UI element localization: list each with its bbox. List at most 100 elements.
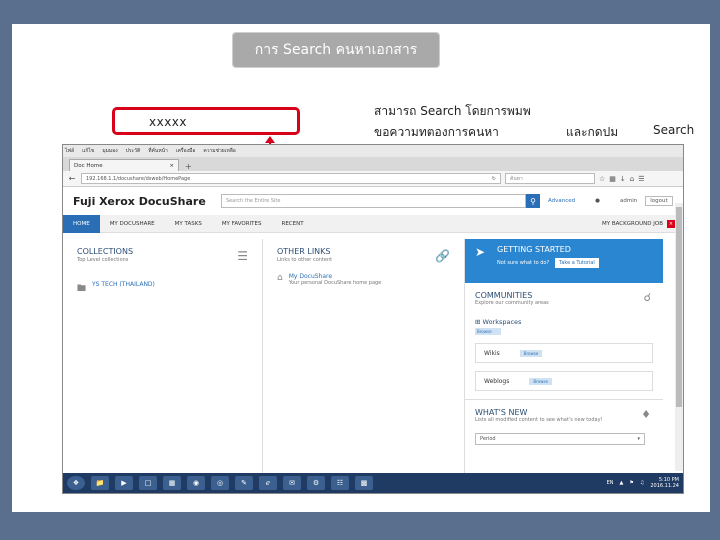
communities-title: COMMUNITIES bbox=[475, 291, 533, 300]
url-bar[interactable]: 192.168.1.1/docushare/dsweb/HomePage ↻ bbox=[81, 173, 501, 184]
note-line-2: ขอความทตองการคนหา bbox=[374, 125, 499, 139]
home-icon[interactable]: ⌂ bbox=[630, 175, 634, 183]
getting-started-title: GETTING STARTED bbox=[497, 245, 571, 254]
browser-tab-label: Doc Home bbox=[74, 162, 103, 169]
menu-item-file[interactable]: ไฟล์ bbox=[65, 147, 74, 155]
tray-arrow-icon[interactable]: ▲ bbox=[620, 480, 624, 486]
pen-icon[interactable]: ✎ bbox=[235, 476, 253, 490]
page-scrollbar[interactable] bbox=[675, 203, 683, 471]
clock[interactable]: 5:10 PM 2016.11.24 bbox=[650, 477, 679, 489]
my-docushare-link[interactable]: My DocuShare bbox=[289, 273, 382, 280]
nav-right: MY BACKGROUND JOB × bbox=[602, 219, 683, 228]
note-line-4: Search bbox=[653, 123, 695, 137]
system-tray: EN ▲ ⚑ ♫ 5:10 PM 2016.11.24 bbox=[607, 477, 683, 489]
nav-background-job[interactable]: MY BACKGROUND JOB bbox=[602, 221, 663, 227]
network-icon[interactable]: ☷ bbox=[331, 476, 349, 490]
docushare-nav: HOME MY DOCUSHARE MY TASKS MY FAVORITES … bbox=[63, 214, 683, 233]
menu-item-tools[interactable]: เครื่องมือ bbox=[176, 147, 195, 155]
menu-icon[interactable]: ☰ bbox=[638, 175, 644, 183]
nav-my-tasks[interactable]: MY TASKS bbox=[165, 215, 212, 233]
outlook-icon[interactable]: ✉ bbox=[283, 476, 301, 490]
browser-navbar: ← 192.168.1.1/docushare/dsweb/HomePage ↻… bbox=[63, 171, 683, 187]
ie-icon[interactable]: ℯ bbox=[259, 476, 277, 490]
flag-icon[interactable]: ⚑ bbox=[629, 480, 633, 486]
wikis-label[interactable]: Wikis bbox=[484, 350, 500, 357]
menu-item-edit[interactable]: แก้ไข bbox=[82, 147, 94, 155]
right-column: ➤ GETTING STARTED Not sure what to do? T… bbox=[465, 239, 663, 479]
media-icon[interactable]: ▶ bbox=[115, 476, 133, 490]
slide-title: การ Search คนหาเอกสาร bbox=[232, 32, 440, 68]
weblogs-label[interactable]: Weblogs bbox=[484, 378, 509, 385]
getting-started-row: Not sure what to do? Take a Tutorial bbox=[497, 258, 653, 268]
note-line-3: และกดปม bbox=[566, 125, 619, 139]
my-docushare-sub: Your personal DocuShare home page bbox=[288, 280, 382, 286]
link-icon: 🔗 bbox=[435, 249, 450, 263]
other-links-panel: OTHER LINKS Links to other content 🔗 ⌂ M… bbox=[263, 239, 465, 479]
nav-my-favorites[interactable]: MY FAVORITES bbox=[212, 215, 272, 233]
callout-text: xxxxx bbox=[149, 115, 188, 129]
chevron-down-icon: ▾ bbox=[637, 436, 640, 442]
docushare-search-input[interactable]: Search the Entire Site bbox=[221, 194, 526, 208]
chrome-icon[interactable]: ◎ bbox=[211, 476, 229, 490]
collection-link[interactable]: YS TECH (THAILAND) bbox=[92, 281, 155, 288]
download-icon[interactable]: ↓ bbox=[620, 175, 626, 183]
logout-button[interactable]: logout bbox=[645, 196, 673, 206]
advanced-search-link[interactable]: Advanced bbox=[548, 198, 575, 204]
clock-date: 2016.11.24 bbox=[650, 483, 679, 489]
bookmarks-icon[interactable]: ▦ bbox=[609, 175, 616, 183]
other-links-title: OTHER LINKS bbox=[277, 247, 331, 256]
start-icon[interactable]: ❖ bbox=[67, 476, 85, 490]
callout-box: xxxxx bbox=[112, 107, 300, 135]
other-link-item[interactable]: ⌂ My DocuShare Your personal DocuShare h… bbox=[277, 273, 450, 286]
weblogs-badge[interactable]: Browse bbox=[529, 377, 552, 385]
star-icon[interactable]: ☆ bbox=[599, 175, 605, 183]
collections-sub: Top Level collections bbox=[77, 257, 129, 263]
whats-new-sub: Lists all modified content to see what's… bbox=[475, 417, 603, 423]
language-indicator[interactable]: EN bbox=[607, 480, 614, 486]
getting-started-panel: ➤ GETTING STARTED Not sure what to do? T… bbox=[465, 239, 663, 283]
powerpoint-icon[interactable]: ▩ bbox=[355, 476, 373, 490]
layers-icon: ☰ bbox=[237, 249, 248, 263]
search-icon[interactable]: ⚲ bbox=[526, 194, 540, 208]
nav-recent[interactable]: RECENT bbox=[272, 215, 314, 233]
period-select[interactable]: Period ▾ bbox=[475, 433, 645, 445]
collection-item[interactable]: 🖿 YS TECH (THAILAND) bbox=[77, 281, 248, 297]
share-icon: ☌ bbox=[643, 291, 651, 304]
docushare-header: Fuji Xerox DocuShare Search the Entire S… bbox=[63, 187, 683, 215]
volume-icon[interactable]: ♫ bbox=[640, 480, 644, 486]
firefox-icon[interactable]: ◉ bbox=[187, 476, 205, 490]
browser-menubar: ไฟล์ แก้ไข มุมมอง ประวัติ ที่คั่นหน้า เค… bbox=[63, 145, 683, 157]
workspaces-label[interactable]: Workspaces bbox=[483, 318, 522, 326]
wikis-badge[interactable]: Browse bbox=[519, 349, 543, 357]
user-icon[interactable]: ● bbox=[595, 198, 600, 204]
new-tab-button[interactable]: + bbox=[185, 162, 192, 171]
communities-panel: COMMUNITIES Explore our community areas … bbox=[465, 283, 663, 399]
tool-icon[interactable]: ⚙ bbox=[307, 476, 325, 490]
close-icon[interactable]: × bbox=[169, 163, 174, 169]
back-icon[interactable]: ← bbox=[67, 174, 77, 183]
close-icon[interactable]: × bbox=[667, 219, 675, 228]
url-text: 192.168.1.1/docushare/dsweb/HomePage bbox=[86, 175, 191, 182]
docushare-logo: Fuji Xerox DocuShare bbox=[73, 194, 206, 208]
tutorial-button[interactable]: Take a Tutorial bbox=[555, 258, 599, 268]
menu-item-view[interactable]: มุมมอง bbox=[102, 147, 117, 155]
document-icon[interactable]: □ bbox=[139, 476, 157, 490]
collections-panel: COLLECTIONS Top Level collections ☰ 🖿 YS… bbox=[63, 239, 263, 479]
browser-search-input[interactable]: ค้นหา bbox=[505, 173, 595, 184]
browser-search-placeholder: ค้นหา bbox=[510, 175, 523, 182]
reload-icon[interactable]: ↻ bbox=[492, 176, 496, 182]
explorer-icon[interactable]: 📁 bbox=[91, 476, 109, 490]
home-icon: ⌂ bbox=[277, 273, 283, 283]
menu-item-bookmarks[interactable]: ที่คั่นหน้า bbox=[148, 147, 168, 155]
nav-home[interactable]: HOME bbox=[63, 214, 100, 233]
scroll-thumb[interactable] bbox=[676, 207, 682, 407]
weblogs-box: Weblogs Browse bbox=[475, 371, 653, 391]
menu-item-help[interactable]: ความช่วยเหลือ bbox=[203, 147, 235, 155]
menu-item-history[interactable]: ประวัติ bbox=[126, 147, 141, 155]
user-name[interactable]: admin bbox=[620, 198, 637, 204]
whats-new-panel: WHAT'S NEW Lists all modified content to… bbox=[465, 399, 663, 453]
nav-my-docushare[interactable]: MY DOCUSHARE bbox=[100, 215, 165, 233]
excel-icon[interactable]: ▦ bbox=[163, 476, 181, 490]
workspaces-badge[interactable]: Browse bbox=[475, 328, 501, 335]
browser-tab[interactable]: Doc Home × bbox=[69, 159, 179, 171]
